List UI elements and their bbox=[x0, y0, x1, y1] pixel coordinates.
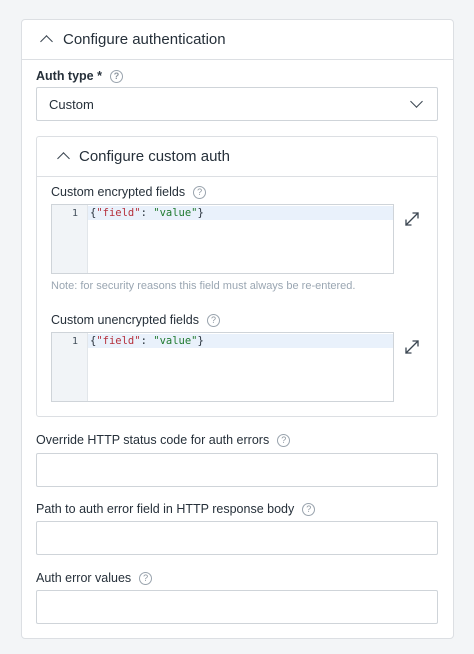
code-line[interactable]: {"field": "value"} bbox=[88, 206, 393, 220]
expand-icon[interactable] bbox=[403, 338, 421, 356]
auth-type-select[interactable]: Custom bbox=[36, 87, 438, 121]
encrypted-fields-editor[interactable]: 1 {"field": "value"} bbox=[51, 204, 394, 274]
section-title: Configure authentication bbox=[63, 31, 226, 48]
unencrypted-fields-label: Custom unencrypted fields bbox=[51, 313, 199, 327]
override-status-input[interactable] bbox=[36, 453, 438, 487]
auth-type-label: Auth type * bbox=[36, 69, 102, 83]
error-path-label: Path to auth error field in HTTP respons… bbox=[36, 502, 295, 516]
error-values-label-row: Auth error values ? bbox=[36, 571, 153, 585]
unencrypted-fields-editor[interactable]: 1 {"field": "value"} bbox=[51, 332, 394, 402]
json-value: "value" bbox=[153, 335, 198, 347]
encrypted-fields-label: Custom encrypted fields bbox=[51, 185, 186, 199]
json-colon: : bbox=[140, 335, 154, 347]
security-note: Note: for security reasons this field mu… bbox=[51, 280, 356, 292]
code-line[interactable]: {"field": "value"} bbox=[88, 334, 393, 348]
help-icon[interactable]: ? bbox=[207, 313, 220, 327]
auth-type-label-row: Auth type * ? bbox=[36, 69, 123, 83]
line-number-gutter: 1 bbox=[52, 333, 88, 401]
subsection-title: Configure custom auth bbox=[79, 148, 230, 165]
configure-authentication-panel: Configure authentication Auth type * ? C… bbox=[21, 19, 454, 639]
auth-type-value: Custom bbox=[49, 96, 94, 112]
line-number: 1 bbox=[71, 208, 78, 219]
chevron-down-icon bbox=[410, 95, 423, 108]
json-colon: : bbox=[140, 207, 154, 219]
error-values-input[interactable] bbox=[36, 590, 438, 624]
override-status-label-row: Override HTTP status code for auth error… bbox=[36, 433, 291, 447]
help-icon[interactable]: ? bbox=[193, 185, 207, 199]
help-icon[interactable]: ? bbox=[109, 69, 123, 83]
expand-icon[interactable] bbox=[403, 210, 421, 228]
help-icon[interactable]: ? bbox=[139, 571, 153, 585]
json-brace: } bbox=[197, 335, 204, 347]
error-path-input[interactable] bbox=[36, 521, 438, 555]
error-values-label: Auth error values bbox=[36, 571, 132, 585]
chevron-up-icon[interactable] bbox=[57, 152, 70, 165]
unencrypted-fields-label-row: Custom unencrypted fields ? bbox=[51, 313, 220, 327]
line-number-gutter: 1 bbox=[52, 205, 88, 273]
configure-custom-auth-header[interactable]: Configure custom auth bbox=[37, 137, 437, 177]
json-brace: } bbox=[197, 207, 204, 219]
json-key: "field" bbox=[96, 335, 141, 347]
error-path-label-row: Path to auth error field in HTTP respons… bbox=[36, 502, 316, 516]
json-key: "field" bbox=[96, 207, 141, 219]
encrypted-fields-label-row: Custom encrypted fields ? bbox=[51, 185, 207, 199]
json-value: "value" bbox=[153, 207, 198, 219]
line-number: 1 bbox=[71, 336, 78, 347]
configure-authentication-header[interactable]: Configure authentication bbox=[22, 20, 453, 60]
help-icon[interactable]: ? bbox=[277, 433, 291, 447]
help-icon[interactable]: ? bbox=[302, 502, 316, 516]
override-status-label: Override HTTP status code for auth error… bbox=[36, 433, 270, 447]
chevron-up-icon[interactable] bbox=[40, 35, 53, 48]
configure-custom-auth-panel: Configure custom auth Custom encrypted f… bbox=[36, 136, 438, 417]
